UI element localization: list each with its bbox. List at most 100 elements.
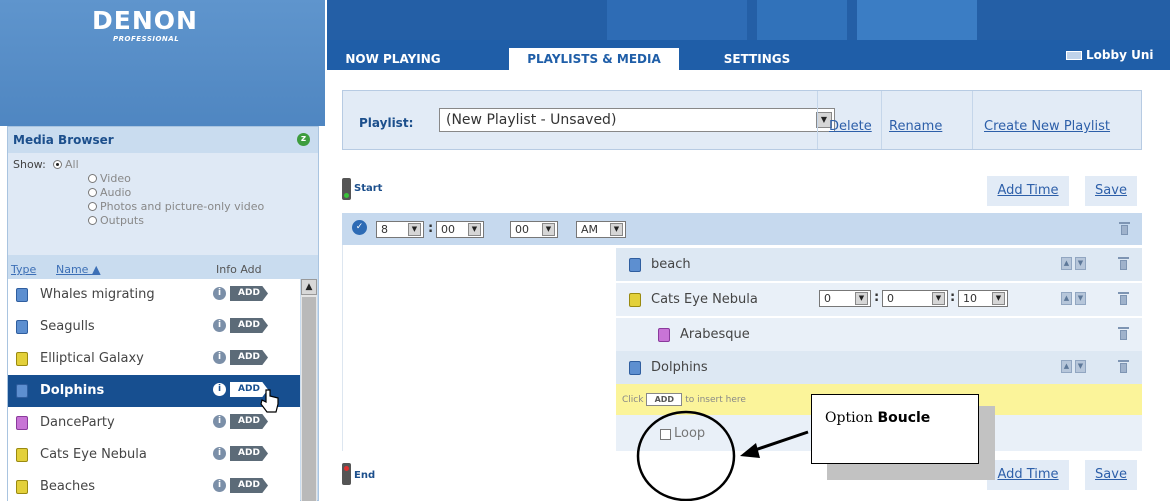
move-up-icon[interactable]: ▲ <box>1061 360 1072 373</box>
duration-minutes-select[interactable]: 0 ▼ <box>882 290 948 307</box>
move-down-icon[interactable]: ▼ <box>1075 257 1086 270</box>
divider <box>972 91 973 149</box>
list-item[interactable]: Elliptical Galaxy i ADD <box>8 343 300 375</box>
radio-icon[interactable] <box>88 188 97 197</box>
insert-hint: Click ADD to insert here <box>622 393 746 406</box>
trash-icon[interactable] <box>1118 327 1129 340</box>
collapse-icon[interactable]: z <box>297 133 310 146</box>
add-time-button[interactable]: Add Time <box>987 460 1069 490</box>
add-button[interactable]: ADD <box>230 350 268 365</box>
info-icon[interactable]: i <box>213 447 226 460</box>
duration-seconds-select[interactable]: 10 ▼ <box>958 290 1008 307</box>
list-header: Type Name ▲ Info Add <box>8 263 318 279</box>
zone-icon <box>1066 51 1082 60</box>
show-label: Show: <box>13 158 46 171</box>
playlist-item[interactable]: Dolphins ▲ ▼ <box>616 351 1142 384</box>
ampm-select[interactable]: AM ▼ <box>576 221 626 238</box>
callout-text: Option Boucle <box>825 410 931 426</box>
add-button[interactable]: ADD <box>230 286 268 301</box>
info-icon[interactable]: i <box>213 415 226 428</box>
sort-by-name[interactable]: Name ▲ <box>56 263 100 276</box>
show-filter: Show: All Video Audio Photos and picture… <box>8 153 318 255</box>
media-list-scrollbar[interactable]: ▲ <box>301 279 317 501</box>
divider <box>881 91 882 149</box>
annotation-callout: Option Boucle <box>811 394 979 464</box>
trash-icon[interactable] <box>1118 360 1129 373</box>
radio-icon[interactable] <box>88 174 97 183</box>
create-playlist-link[interactable]: Create New Playlist <box>984 119 1110 134</box>
filter-option-audio[interactable]: Audio <box>88 186 131 199</box>
playlist-bar: Playlist: (New Playlist - Unsaved) ▼ Del… <box>342 90 1142 150</box>
playlist-item[interactable]: Cats Eye Nebula 0 ▼ : 0 ▼ : 10 ▼ ▲ ▼ <box>616 283 1142 316</box>
move-down-icon[interactable]: ▼ <box>1075 292 1086 305</box>
trash-icon[interactable] <box>1118 292 1129 305</box>
list-item[interactable]: Whales migrating i ADD <box>8 279 300 311</box>
delete-playlist-link[interactable]: Delete <box>829 119 872 134</box>
list-item[interactable]: DanceParty i ADD <box>8 407 300 439</box>
chevron-down-icon[interactable]: ▼ <box>542 223 555 236</box>
radio-icon[interactable] <box>88 202 97 211</box>
add-button[interactable]: ADD <box>230 414 268 429</box>
playlist-item[interactable]: beach ▲ ▼ <box>616 248 1142 281</box>
info-icon[interactable]: i <box>213 351 226 364</box>
traffic-light-end-icon <box>342 463 351 485</box>
sort-by-type[interactable]: Type <box>11 263 36 276</box>
rename-playlist-link[interactable]: Rename <box>889 119 942 134</box>
add-button[interactable]: ADD <box>230 382 268 397</box>
hour-select[interactable]: 8 ▼ <box>376 221 424 238</box>
scroll-up-icon[interactable]: ▲ <box>301 279 317 295</box>
filter-option-all[interactable]: All <box>53 158 79 171</box>
traffic-light-start-icon <box>342 178 351 200</box>
list-item-selected[interactable]: Dolphins i ADD <box>8 375 300 407</box>
info-icon[interactable]: i <box>213 479 226 492</box>
loop-checkbox[interactable] <box>660 429 671 440</box>
info-icon[interactable]: i <box>213 319 226 332</box>
chevron-down-icon[interactable]: ▼ <box>932 292 945 305</box>
start-label: Start <box>354 183 383 194</box>
chevron-down-icon[interactable]: ▼ <box>408 223 421 236</box>
move-up-icon[interactable]: ▲ <box>1061 257 1072 270</box>
banner-decoration <box>857 0 977 40</box>
timeline-gutter <box>342 245 615 451</box>
info-icon[interactable]: i <box>213 383 226 396</box>
add-button[interactable]: ADD <box>230 318 268 333</box>
duration-hours-select[interactable]: 0 ▼ <box>819 290 871 307</box>
banner-decoration <box>607 0 747 40</box>
list-item[interactable]: Seagulls i ADD <box>8 311 300 343</box>
chevron-down-icon[interactable]: ▼ <box>468 223 481 236</box>
filter-option-outputs[interactable]: Outputs <box>88 214 144 227</box>
move-down-icon[interactable]: ▼ <box>1075 360 1086 373</box>
tab-now-playing[interactable]: NOW PLAYING <box>333 48 453 70</box>
save-button[interactable]: Save <box>1085 176 1137 206</box>
add-time-button[interactable]: Add Time <box>987 176 1069 206</box>
playlist-item-nested[interactable]: Arabesque <box>616 318 1142 351</box>
playlist-select[interactable]: (New Playlist - Unsaved) ▼ <box>439 108 835 132</box>
trash-icon[interactable] <box>1119 222 1130 235</box>
minute-select[interactable]: 00 ▼ <box>436 221 484 238</box>
playlist-label: Playlist: <box>359 116 414 130</box>
info-icon[interactable]: i <box>213 287 226 300</box>
move-up-icon[interactable]: ▲ <box>1061 292 1072 305</box>
add-button[interactable]: ADD <box>230 478 268 493</box>
list-item[interactable]: Cats Eye Nebula i ADD <box>8 439 300 471</box>
video-icon <box>16 288 28 302</box>
save-button[interactable]: Save <box>1085 460 1137 490</box>
second-select[interactable]: 00 ▼ <box>510 221 558 238</box>
tab-playlists-media[interactable]: PLAYLISTS & MEDIA <box>509 48 679 70</box>
chevron-down-icon[interactable]: ▼ <box>855 292 868 305</box>
filter-option-video[interactable]: Video <box>88 172 131 185</box>
chevron-down-icon[interactable]: ▼ <box>992 292 1005 305</box>
banner-decoration <box>757 0 847 40</box>
radio-icon[interactable] <box>88 216 97 225</box>
tab-settings[interactable]: SETTINGS <box>717 48 797 70</box>
time-separator: : <box>428 221 434 236</box>
list-item[interactable]: Beaches i ADD <box>8 471 300 501</box>
audio-icon <box>658 328 670 342</box>
chevron-down-icon[interactable]: ▼ <box>610 223 623 236</box>
zone-selector[interactable]: Lobby Uni <box>1066 48 1153 62</box>
scrollbar-thumb[interactable] <box>302 297 316 501</box>
add-button[interactable]: ADD <box>230 446 268 461</box>
radio-icon[interactable] <box>53 160 62 169</box>
trash-icon[interactable] <box>1118 257 1129 270</box>
filter-option-photos[interactable]: Photos and picture-only video <box>88 200 264 213</box>
